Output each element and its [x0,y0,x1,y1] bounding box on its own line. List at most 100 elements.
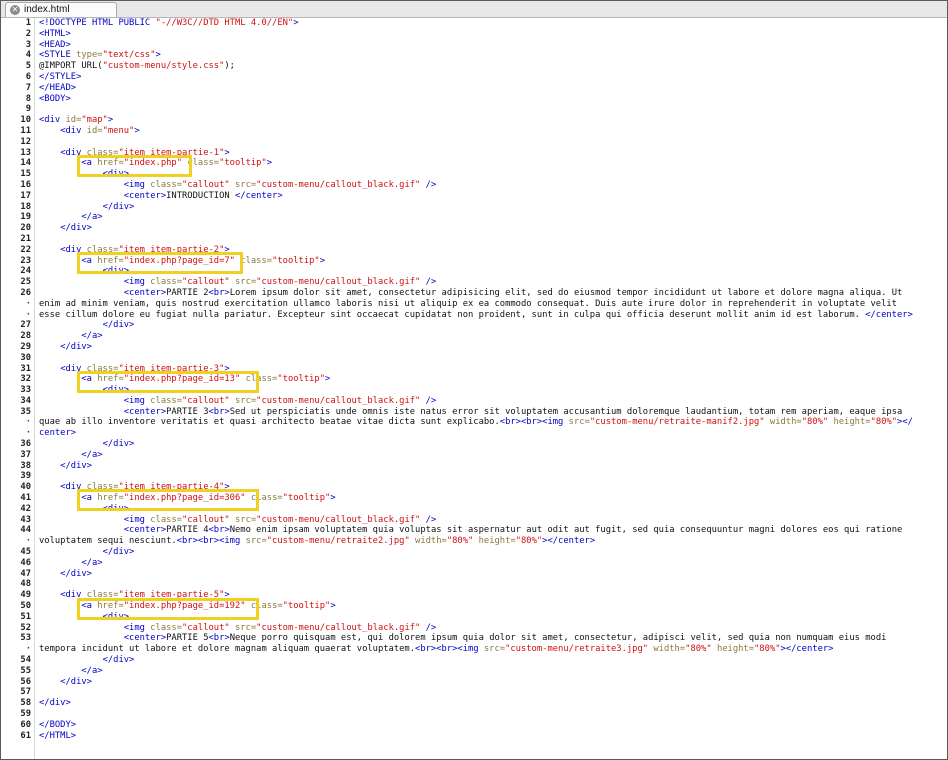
line-number: 56 [20,676,31,687]
code-line: 53 <center>PARTIE 5<br>Neque porro quisq… [1,633,947,644]
highlight-box [77,489,259,511]
code-text: </div> [39,698,935,709]
code-line: 2 <HTML> [1,29,947,40]
tab-label: index.html [24,4,70,15]
line-number: 12 [20,136,31,147]
code-token: <br><br><img [176,536,246,547]
code-token: <center> [123,287,167,298]
code-token: "menu" [102,125,135,136]
code-line: 11 <div id="menu"> [1,126,947,137]
code-token: tempora incidunt ut labore et dolore mag… [39,644,416,655]
code-token: esse cillum dolore eu fugiat nulla paria… [39,309,866,320]
code-token: class= [187,158,220,169]
code-token: width= [415,536,447,547]
code-token: src= [234,514,257,525]
line-number: 19 [20,212,31,223]
code-text: <center>PARTIE 5<br>Neque porro quisquam… [39,633,935,644]
code-text: <div id="map"> [39,115,935,126]
code-token: </div> [60,676,92,687]
code-token: "80%" [801,417,829,428]
line-number: 5 [25,61,31,72]
code-token: <br> [208,406,230,417]
line-number: · [25,644,31,655]
code-token: <center> [123,190,167,201]
code-token: </div> [60,341,92,352]
code-editor[interactable]: 1 <!DOCTYPE HTML PUBLIC "-//W3C//DTD HTML… [1,18,947,759]
line-number: 48 [20,579,31,590]
code-token: /> [425,395,437,406]
code-token: </div> [102,201,135,212]
line-number: 57 [20,687,31,698]
code-line: 8 <BODY> [1,94,947,105]
line-number: 1 [25,18,31,28]
line-number: 3 [25,39,31,50]
code-text: </BODY> [39,720,935,731]
code-line: 35 <center>PARTIE 3<br>Sed ut perspiciat… [1,407,947,418]
line-number: · [25,428,31,439]
code-token: <img [123,179,151,190]
code-token: <center> [123,406,167,417]
code-text: <center>PARTIE 4<br>Nemo enim ipsam volu… [39,525,935,536]
code-text: <HTML> [39,29,935,40]
code-text: esse cillum dolore eu fugiat nulla paria… [39,310,935,321]
line-number: · [25,298,31,309]
code-token: <HEAD> [39,39,71,50]
line-number: 25 [20,277,31,288]
close-icon[interactable]: ✕ [10,5,20,15]
line-number: 46 [20,557,31,568]
code-line: 4 <STYLE type="text/css"> [1,50,947,61]
line-number: 31 [20,363,31,374]
code-token: </center> [865,309,913,320]
line-number: 17 [20,190,31,201]
code-token: </a> [81,665,103,676]
code-text: @IMPORT URL("custom-menu/style.css"); [39,61,935,72]
code-token: <img [123,395,151,406]
code-token: PARTIE 2 [166,287,209,298]
code-token: > [330,493,336,504]
code-line: 52 <img class="callout" src="custom-menu… [1,623,947,634]
code-token: > [107,115,114,126]
code-token: "80%" [870,417,898,428]
code-token: quae ab illo inventore veritatis et quas… [39,417,500,428]
line-number: 15 [20,169,31,180]
line-number: · [25,536,31,547]
code-text: </a> [39,331,935,342]
highlight-box [77,252,243,274]
code-line: 45 </div> [1,547,947,558]
code-token: src= [234,179,257,190]
code-token: <br><br><img [415,644,484,655]
code-token: > [325,374,331,385]
code-token: </HTML> [39,730,77,741]
code-token: "custom-menu/callout_black.gif" [256,622,421,633]
code-token: Neque porro quisquam est, qui dolorem ip… [229,633,887,644]
code-line: 48 [1,579,947,590]
code-line: 18 </div> [1,202,947,213]
line-number: 22 [20,244,31,255]
code-token: id= [86,125,103,136]
code-token: center> [39,428,77,439]
code-token: "custom-menu/retraite3.jpg" [505,644,649,655]
code-token: <br><br><img [499,417,569,428]
code-token: src= [568,417,590,428]
tab-index-html[interactable]: ✕ index.html [5,2,117,17]
code-token: </a> [81,212,103,223]
code-token: "custom-menu/callout_black.gif" [256,179,421,190]
code-token: "tooltip" [277,374,326,385]
code-token: "callout" [182,622,230,633]
code-token: > [266,158,273,169]
code-token: <center> [123,525,167,536]
line-number: 28 [20,331,31,342]
line-number: 30 [20,352,31,363]
